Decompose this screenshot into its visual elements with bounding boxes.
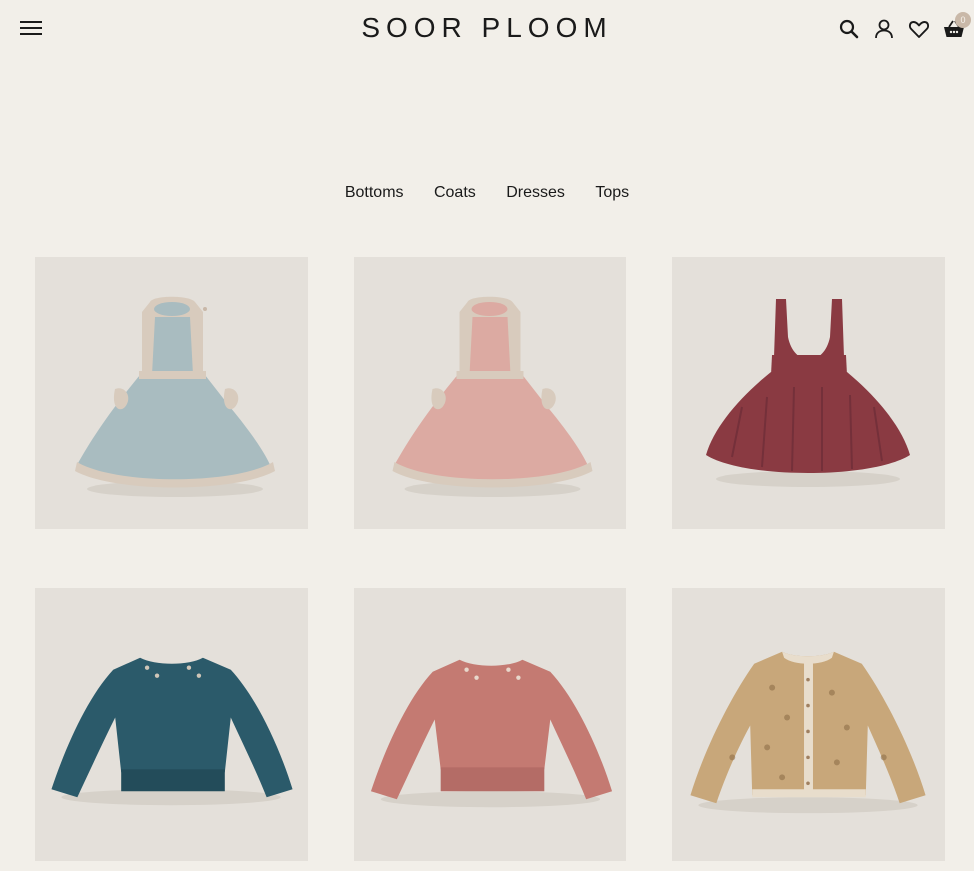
basket-icon[interactable]: 0 [943, 12, 971, 40]
brand-logo[interactable]: SOOR PLOOM [0, 12, 974, 44]
account-icon[interactable] [873, 18, 895, 40]
category-nav: Bottoms Coats Dresses Tops [0, 184, 974, 202]
product-card[interactable] [672, 257, 945, 529]
product-card[interactable] [35, 257, 308, 529]
search-icon[interactable] [838, 18, 860, 40]
product-card[interactable] [354, 588, 626, 861]
product-card[interactable] [35, 588, 308, 861]
suspender-skirt-red-image [706, 299, 910, 487]
sweater-rose-image [370, 659, 613, 808]
pinafore-dress-pink-image [392, 296, 593, 497]
heart-icon[interactable] [908, 18, 930, 40]
product-card[interactable] [672, 588, 945, 861]
category-link-bottoms[interactable]: Bottoms [345, 184, 404, 202]
product-card[interactable] [354, 257, 626, 529]
cart-count-badge: 0 [955, 12, 971, 28]
category-link-dresses[interactable]: Dresses [506, 184, 565, 202]
category-link-coats[interactable]: Coats [434, 184, 476, 202]
sweater-blue-image [51, 657, 293, 806]
pinafore-dress-blue-image [75, 296, 275, 497]
category-link-tops[interactable]: Tops [595, 184, 629, 202]
site-header: SOOR PLOOM 0 [0, 0, 974, 58]
cardigan-floral-image [690, 651, 926, 814]
